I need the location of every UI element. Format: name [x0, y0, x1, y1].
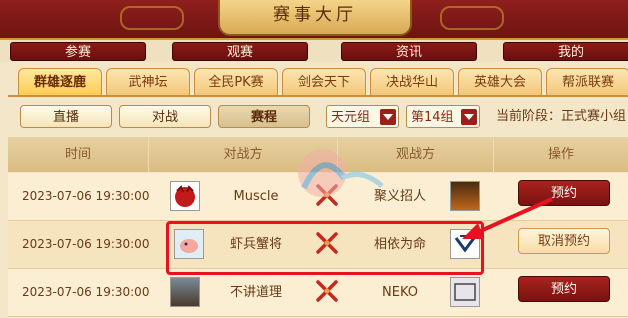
page-title: 赛事大厅	[218, 0, 412, 36]
group-select[interactable]: 天元组	[326, 105, 399, 128]
team-logo	[170, 181, 200, 211]
banner-ornament	[440, 6, 504, 30]
live-button[interactable]: 直播	[20, 105, 112, 128]
main-tabs: 参赛 观赛 资讯 我的	[0, 40, 628, 62]
tab-jianhui[interactable]: 剑会天下	[282, 68, 366, 95]
tab-join[interactable]: 参赛	[10, 42, 146, 61]
annotation-arrow	[462, 197, 553, 239]
match-time: 2023-07-06 19:30:00	[22, 285, 150, 299]
chevron-down-icon	[380, 109, 396, 125]
team-logo	[170, 277, 200, 307]
col-time: 时间	[8, 137, 149, 172]
current-stage: 当前阶段：正式赛小组	[496, 109, 627, 124]
group-select-value: 天元组	[331, 110, 371, 125]
match-time: 2023-07-06 19:30:00	[22, 237, 150, 251]
team-a-name: 不讲道理	[229, 285, 282, 300]
team-logo	[450, 277, 480, 307]
chevron-down-icon	[461, 109, 477, 125]
tab-yingxiong[interactable]: 英雄大会	[458, 68, 542, 95]
number-select[interactable]: 第14组	[406, 105, 480, 128]
tab-mine[interactable]: 我的	[503, 42, 628, 61]
top-banner: 赛事大厅	[0, 0, 628, 40]
category-tabs: 群雄逐鹿 武神坛 全民PK赛 剑会天下 决战华山 英雄大会 帮派联赛	[8, 68, 628, 96]
number-select-value: 第14组	[411, 110, 454, 125]
tabs-divider	[8, 95, 628, 97]
schedule-button[interactable]: 赛程	[218, 105, 310, 128]
col-action: 操作	[547, 147, 574, 162]
table-row: 2023-07-06 19:30:00 不讲道理 NEKO 预约	[8, 269, 628, 317]
tab-quanmin-pk[interactable]: 全民PK赛	[194, 68, 278, 95]
tab-news[interactable]: 资讯	[341, 42, 477, 61]
crossed-swords-icon	[315, 279, 339, 303]
tab-huashan[interactable]: 决战华山	[370, 68, 454, 95]
filter-row: 直播 对战 赛程 天元组 第14组 当前阶段：正式赛小组	[8, 101, 628, 131]
battle-button[interactable]: 对战	[119, 105, 211, 128]
match-time: 2023-07-06 19:30:00	[22, 189, 150, 203]
tab-watch[interactable]: 观赛	[172, 42, 308, 61]
watermark-logo	[298, 149, 384, 197]
tab-qunxiong[interactable]: 群雄逐鹿	[18, 68, 102, 95]
highlight-box	[166, 221, 484, 275]
team-b-name: NEKO	[382, 285, 418, 300]
banner-ornament	[120, 6, 184, 30]
tab-bangpai[interactable]: 帮派联赛	[546, 68, 628, 95]
tab-wushentan[interactable]: 武神坛	[106, 68, 190, 95]
reserve-button[interactable]: 预约	[518, 276, 610, 302]
